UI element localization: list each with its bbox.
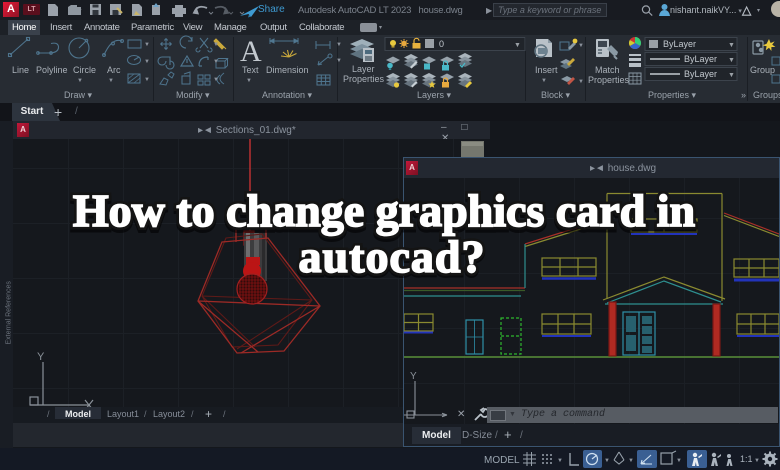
svg-text:Dimension: Dimension xyxy=(266,65,309,75)
svg-text:▼: ▼ xyxy=(246,78,252,84)
svg-text:A: A xyxy=(240,35,262,68)
svg-text:Modify ▾: Modify ▾ xyxy=(176,90,210,100)
svg-text:Arc: Arc xyxy=(107,65,121,75)
svg-text:Layer: Layer xyxy=(352,64,375,74)
svg-text:Block ▾: Block ▾ xyxy=(541,90,571,100)
svg-text:MODEL: MODEL xyxy=(484,455,520,466)
svg-text:Y: Y xyxy=(410,371,417,382)
svg-text:▼: ▼ xyxy=(676,458,682,464)
svg-text:Polyline: Polyline xyxy=(36,65,68,75)
svg-text:▼: ▼ xyxy=(728,42,735,49)
svg-text:▼: ▼ xyxy=(77,78,83,84)
svg-text:ByLayer: ByLayer xyxy=(684,69,717,79)
svg-text:▼: ▼ xyxy=(578,79,584,85)
svg-text:▼: ▼ xyxy=(754,458,760,464)
svg-text:▼: ▼ xyxy=(336,58,342,64)
svg-text:▼: ▼ xyxy=(213,77,219,83)
svg-text:Properties: Properties xyxy=(343,74,385,84)
svg-text:Layers ▾: Layers ▾ xyxy=(417,90,452,100)
svg-text:▼: ▼ xyxy=(108,78,114,84)
svg-text:▼: ▼ xyxy=(213,42,219,48)
svg-text:Match: Match xyxy=(595,65,620,75)
svg-text:ByLayer: ByLayer xyxy=(663,39,696,49)
svg-text:Groups: Groups xyxy=(753,90,780,100)
svg-text:Text: Text xyxy=(242,65,259,75)
svg-text:How to change graphics card in: How to change graphics card in xyxy=(73,185,695,236)
svg-text:Y: Y xyxy=(37,351,45,363)
svg-text:▼: ▼ xyxy=(728,72,735,79)
svg-text:▼: ▼ xyxy=(541,78,547,84)
svg-text:Annotation ▾: Annotation ▾ xyxy=(262,90,313,100)
svg-text:▼: ▼ xyxy=(336,42,342,48)
svg-text:▼: ▼ xyxy=(728,57,735,64)
svg-text:0: 0 xyxy=(439,39,444,49)
svg-text:Insert: Insert xyxy=(535,65,558,75)
svg-text:▼: ▼ xyxy=(144,77,150,83)
svg-text:Properties: Properties xyxy=(588,75,630,85)
svg-text:▼: ▼ xyxy=(144,42,150,48)
svg-text:▼: ▼ xyxy=(604,458,610,464)
svg-text:▼: ▼ xyxy=(578,43,584,49)
svg-text:Line: Line xyxy=(12,65,29,75)
svg-text:Draw ▾: Draw ▾ xyxy=(64,90,93,100)
svg-text:▼: ▼ xyxy=(557,458,563,464)
svg-text:▼: ▼ xyxy=(628,458,634,464)
svg-text:▼: ▼ xyxy=(144,59,150,65)
svg-text:Group: Group xyxy=(750,65,775,75)
svg-text:autocad?: autocad? xyxy=(299,231,486,282)
svg-text:▼: ▼ xyxy=(514,42,521,49)
svg-text:1:1: 1:1 xyxy=(740,454,753,464)
svg-text:Circle: Circle xyxy=(73,65,96,75)
svg-text:▼: ▼ xyxy=(213,59,219,65)
svg-text:Properties ▾: Properties ▾ xyxy=(648,90,697,100)
svg-text:»: » xyxy=(741,90,746,100)
svg-text:ByLayer: ByLayer xyxy=(684,54,717,64)
